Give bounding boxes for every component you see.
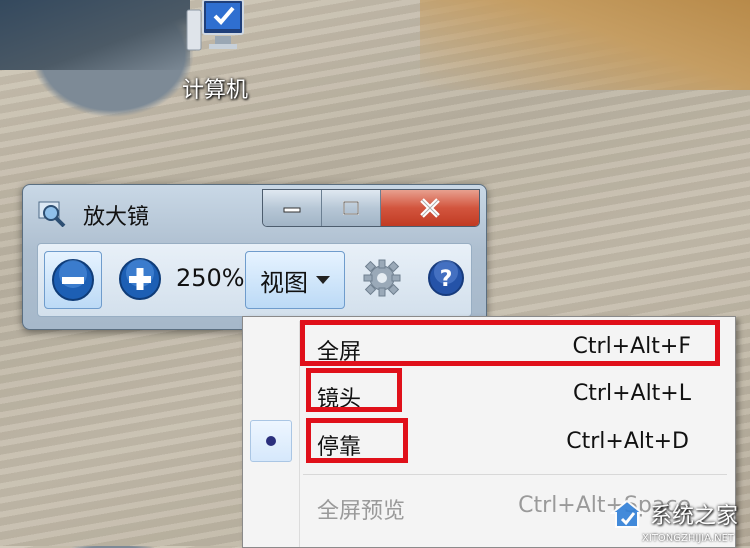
close-icon [420,198,440,218]
desktop-wallpaper-water [0,0,190,70]
magnifier-icon [38,201,66,228]
zoom-level-value: 250% [176,264,245,292]
gear-icon [363,259,401,297]
help-icon: ? [428,260,464,296]
computer-icon [185,0,245,58]
view-label: 视图 [260,268,308,297]
minimize-button[interactable] [263,190,322,226]
magnifier-toolbar: 250% 视图 ? [37,243,472,317]
menu-separator [303,474,727,475]
highlight-box-lens [306,368,402,412]
desktop-wallpaper-rock [420,0,750,90]
window-title: 放大镜 [83,205,150,230]
caption-buttons [262,189,480,227]
menu-item-shortcut: Ctrl+Alt+D [566,429,689,454]
watermark: 系统之家 [609,498,738,530]
zoom-out-button[interactable] [44,251,102,309]
options-button[interactable] [358,254,406,302]
watermark-text: 系统之家 [649,504,738,529]
menu-item-shortcut: Ctrl+Alt+L [572,381,691,406]
help-button[interactable]: ? [422,254,470,302]
maximize-icon [343,201,359,215]
zoom-in-icon [119,258,161,300]
watermark-subtext: XITONGZHIJIA.NET [642,533,734,544]
close-button[interactable] [381,190,479,226]
minimize-icon [283,207,301,213]
zoom-in-button[interactable] [112,251,168,307]
magnifier-window: 放大镜 250% 视图 ? [22,184,487,330]
menu-item-label: 全屏预览 [317,499,406,524]
maximize-button[interactable] [322,190,381,226]
svg-text:?: ? [440,267,453,292]
desktop-icon-label: 计算机 [181,78,248,103]
highlight-box-docked [306,418,408,463]
chevron-down-icon [316,276,330,284]
desktop-icon-computer[interactable]: 计算机 [165,0,265,105]
title-bar[interactable]: 放大镜 [23,185,486,241]
highlight-box-fullscreen [300,320,720,366]
zoom-out-icon [52,259,94,301]
watermark-logo-icon [609,499,644,528]
view-dropdown-button[interactable]: 视图 [245,251,345,309]
